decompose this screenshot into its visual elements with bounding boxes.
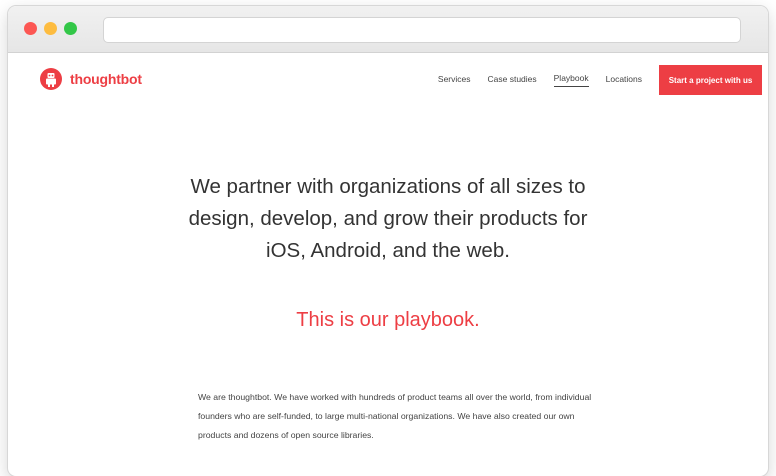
intro-paragraph: We are thoughtbot. We have worked with h… xyxy=(198,392,592,440)
hero: We partner with organizations of all siz… xyxy=(8,171,768,332)
nav-link-playbook[interactable]: Playbook xyxy=(553,73,589,87)
hero-headline: We partner with organizations of all siz… xyxy=(188,175,588,262)
robot-logo-icon xyxy=(40,68,62,90)
browser-toolbar xyxy=(8,6,768,53)
main-nav: Services Case studies Playbook Locations… xyxy=(438,65,762,95)
brand-name: thoughtbot xyxy=(70,71,142,87)
hero-tagline: This is our playbook. xyxy=(296,309,480,331)
close-window-button[interactable] xyxy=(24,22,37,35)
zoom-window-button[interactable] xyxy=(64,22,77,35)
nav-link-services[interactable]: Services xyxy=(438,74,471,87)
nav-link-locations[interactable]: Locations xyxy=(606,74,642,87)
nav-link-case-studies[interactable]: Case studies xyxy=(488,74,537,87)
minimize-window-button[interactable] xyxy=(44,22,57,35)
site-header: thoughtbot Services Case studies Playboo… xyxy=(8,53,768,109)
browser-window: thoughtbot Services Case studies Playboo… xyxy=(8,6,768,476)
brand-logo[interactable]: thoughtbot xyxy=(40,68,142,90)
start-project-button[interactable]: Start a project with us xyxy=(659,65,762,95)
address-bar[interactable] xyxy=(103,17,741,43)
